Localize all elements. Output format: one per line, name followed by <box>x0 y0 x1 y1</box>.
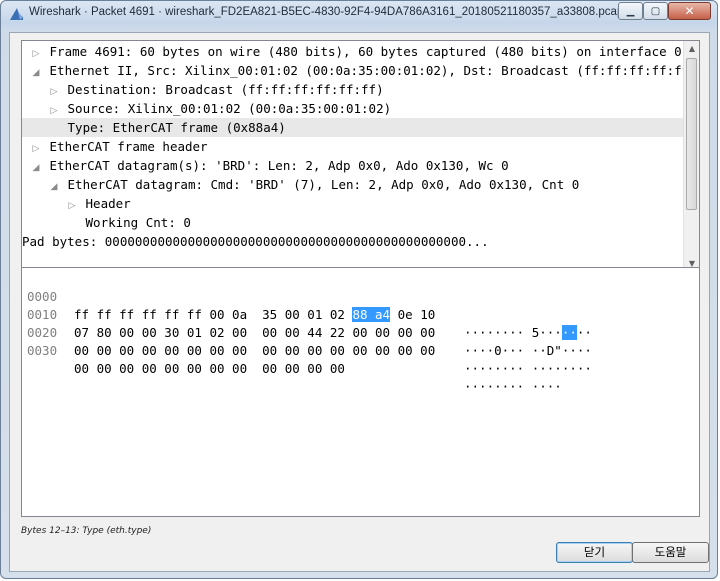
close-window-button[interactable]: ✕ <box>668 2 711 20</box>
bytes-row[interactable]: 0020 00 00 00 00 00 00 00 00 00 00 00 00… <box>22 306 592 376</box>
bytes-row[interactable]: 0000 ff ff ff ff ff ff 00 0a 35 00 01 02… <box>22 270 592 340</box>
tree-row-ethercat-datagrams[interactable]: ◢ EtherCAT datagram(s): 'BRD': Len: 2, A… <box>22 156 690 175</box>
tree-row-label: Destination: Broadcast (ff:ff:ff:ff:ff:f… <box>67 82 384 97</box>
status-text: Bytes 12–13: Type (eth.type) <box>21 526 152 536</box>
tree-row-label: Frame 4691: 60 bytes on wire (480 bits),… <box>49 44 682 59</box>
tree-row-working-cnt[interactable]: Working Cnt: 0 <box>22 213 699 232</box>
scroll-up-arrow-icon[interactable]: ▲ <box>684 41 699 57</box>
tree-row-pad-bytes[interactable]: Pad bytes: 00000000000000000000000000000… <box>22 232 682 251</box>
wireshark-fin-icon <box>10 8 23 20</box>
bytes-hex[interactable]: 00 00 00 00 00 00 00 00 00 00 00 00 <box>74 360 345 378</box>
minimize-icon: ▁ <box>626 5 635 17</box>
tree-row-destination[interactable]: ▷ Destination: Broadcast (ff:ff:ff:ff:ff… <box>22 80 699 99</box>
tree-row-label: Pad bytes: 00000000000000000000000000000… <box>22 234 489 249</box>
tree-row-type[interactable]: Type: EtherCAT frame (0x88a4) <box>22 118 699 137</box>
tree-row-label: Working Cnt: 0 <box>85 215 191 230</box>
dialog-body: ▷ Frame 4691: 60 bytes on wire (480 bits… <box>9 32 710 572</box>
bytes-row[interactable]: 0030 00 00 00 00 00 00 00 00 00 00 00 00… <box>22 324 562 394</box>
bytes-row[interactable]: 0010 07 80 00 00 30 01 02 00 00 00 44 22… <box>22 288 592 358</box>
bytes-hex[interactable]: ff ff ff ff ff ff 00 0a 35 00 01 02 88 a… <box>74 306 435 324</box>
selected-hex-bytes[interactable]: 88 a4 <box>352 307 391 322</box>
tree-row-label: Source: Xilinx_00:01:02 (00:0a:35:00:01:… <box>67 101 392 116</box>
tree-row-ethercat-header[interactable]: ▷ EtherCAT frame header <box>22 137 690 156</box>
tree-row-label: Header <box>85 196 131 211</box>
tree-row-label: EtherCAT datagram: Cmd: 'BRD' (7), Len: … <box>67 177 580 192</box>
help-button[interactable]: 도움말 <box>632 542 709 563</box>
minimize-button[interactable]: ▁ <box>618 2 643 20</box>
tree-row-label: Type: EtherCAT frame (0x88a4) <box>67 120 286 135</box>
tree-row-ethernet[interactable]: ◢ Ethernet II, Src: Xilinx_00:01:02 (00:… <box>22 61 699 80</box>
maximize-icon: ▢ <box>650 5 661 17</box>
tree-row-source[interactable]: ▷ Source: Xilinx_00:01:02 (00:0a:35:00:0… <box>22 99 699 118</box>
bytes-ascii[interactable]: ········ ···· <box>464 378 562 396</box>
bytes-ascii[interactable]: ········ 5······· <box>464 324 592 342</box>
bytes-ascii[interactable]: ····0··· ··D"···· <box>464 342 592 360</box>
bytes-hex[interactable]: 07 80 00 00 30 01 02 00 00 00 44 22 00 0… <box>74 324 435 342</box>
close-button[interactable]: 닫기 <box>556 542 633 563</box>
maximize-button[interactable]: ▢ <box>643 2 668 20</box>
bytes-ascii[interactable]: ········ ········ <box>464 360 592 378</box>
tree-row-header[interactable]: ▷ Header <box>22 194 699 213</box>
tree-row-label: EtherCAT frame header <box>49 139 208 154</box>
tree-row-frame[interactable]: ▷ Frame 4691: 60 bytes on wire (480 bits… <box>22 42 690 61</box>
tree-row-label: EtherCAT datagram(s): 'BRD': Len: 2, Adp… <box>49 158 509 173</box>
tree-vertical-scrollbar[interactable]: ▲ ▼ <box>683 41 699 272</box>
window-title: Wireshark · Packet 4691 · wireshark_FD2E… <box>29 6 637 18</box>
vertical-scroll-thumb[interactable] <box>686 58 697 210</box>
tree-row-ethercat-datagram[interactable]: ◢ EtherCAT datagram: Cmd: 'BRD' (7), Len… <box>22 175 699 194</box>
bytes-hex[interactable]: 00 00 00 00 00 00 00 00 00 00 00 00 00 0… <box>74 342 435 360</box>
packet-window: Wireshark · Packet 4691 · wireshark_FD2E… <box>0 0 718 579</box>
close-icon: ✕ <box>684 4 695 18</box>
title-bar[interactable]: Wireshark · Packet 4691 · wireshark_FD2E… <box>1 1 717 27</box>
bytes-offset: 0030 <box>27 343 58 358</box>
packet-bytes-pane[interactable]: 0000 ff ff ff ff ff ff 00 0a 35 00 01 02… <box>21 267 700 517</box>
packet-details-tree[interactable]: ▷ Frame 4691: 60 bytes on wire (480 bits… <box>21 40 700 288</box>
tree-row-label: Ethernet II, Src: Xilinx_00:01:02 (00:0a… <box>49 63 700 78</box>
selected-ascii-bytes[interactable]: ·· <box>561 325 577 340</box>
